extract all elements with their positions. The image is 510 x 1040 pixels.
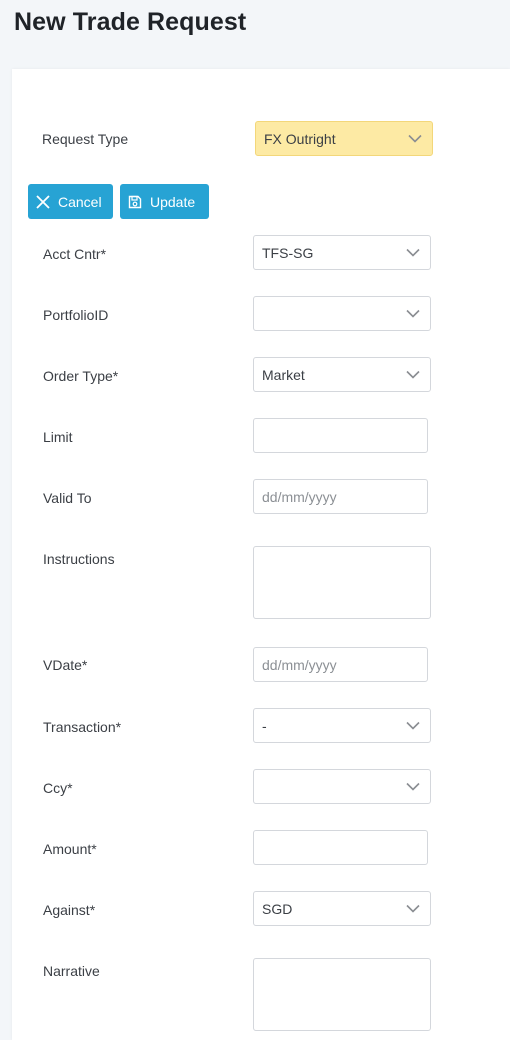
update-button-label: Update xyxy=(150,193,196,210)
acct-cntr-label: Acct Cntr* xyxy=(43,246,107,262)
portfolio-id-label: PortfolioID xyxy=(43,307,109,323)
transaction-value: - xyxy=(262,717,267,734)
acct-cntr-select[interactable]: TFS-SG xyxy=(253,235,431,270)
narrative-label: Narrative xyxy=(43,963,100,979)
update-button[interactable]: Update xyxy=(120,184,209,219)
valid-to-label: Valid To xyxy=(43,490,92,506)
ccy-label: Ccy* xyxy=(43,780,73,796)
ccy-select[interactable] xyxy=(253,769,431,804)
transaction-label: Transaction* xyxy=(43,719,122,735)
cancel-button[interactable]: Cancel xyxy=(28,184,113,219)
instructions-label: Instructions xyxy=(43,551,115,567)
against-value: SGD xyxy=(262,900,293,917)
narrative-textarea[interactable] xyxy=(253,958,431,1031)
chevron-down-icon xyxy=(406,248,420,257)
save-icon xyxy=(128,195,142,208)
request-type-label: Request Type xyxy=(42,131,129,147)
page-title: New Trade Request xyxy=(14,8,247,36)
vdate-label: VDate* xyxy=(43,657,88,673)
request-type-value: FX Outright xyxy=(264,130,336,147)
against-select[interactable]: SGD xyxy=(253,891,431,926)
chevron-down-icon xyxy=(406,370,420,379)
limit-label: Limit xyxy=(43,429,73,445)
chevron-down-icon xyxy=(406,309,420,318)
order-type-label: Order Type* xyxy=(43,368,119,384)
vdate-date-input[interactable]: dd/mm/yyyy xyxy=(253,647,428,682)
against-label: Against* xyxy=(43,902,96,918)
instructions-textarea[interactable] xyxy=(253,546,431,619)
chevron-down-icon xyxy=(408,134,422,143)
order-type-value: Market xyxy=(262,366,305,383)
transaction-select[interactable]: - xyxy=(253,708,431,743)
order-type-select[interactable]: Market xyxy=(253,357,431,392)
chevron-down-icon xyxy=(406,904,420,913)
valid-to-placeholder: dd/mm/yyyy xyxy=(262,488,337,505)
valid-to-date-input[interactable]: dd/mm/yyyy xyxy=(253,479,428,514)
vdate-placeholder: dd/mm/yyyy xyxy=(262,656,337,673)
portfolio-id-select[interactable] xyxy=(253,296,431,331)
limit-input[interactable] xyxy=(253,418,428,453)
chevron-down-icon xyxy=(406,721,420,730)
close-icon xyxy=(36,194,50,209)
amount-input[interactable] xyxy=(253,830,428,865)
cancel-button-label: Cancel xyxy=(58,193,102,210)
acct-cntr-value: TFS-SG xyxy=(262,244,314,261)
chevron-down-icon xyxy=(406,782,420,791)
amount-label: Amount* xyxy=(43,841,97,857)
request-type-select[interactable]: FX Outright xyxy=(255,121,433,156)
